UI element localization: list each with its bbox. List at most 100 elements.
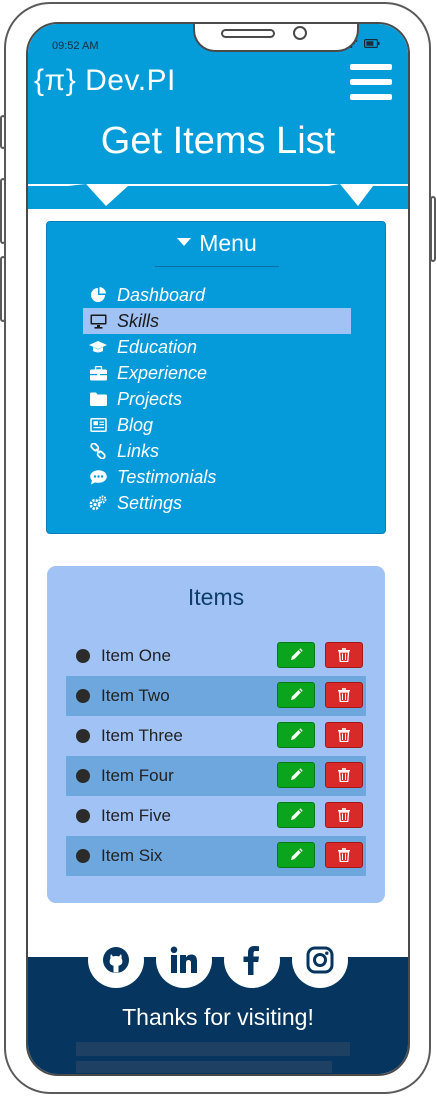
header-wave-edge xyxy=(28,184,408,206)
bullet-icon xyxy=(76,729,90,743)
menu-item-settings[interactable]: Settings xyxy=(83,490,351,516)
delete-button[interactable] xyxy=(325,642,363,668)
menu-item-label: Settings xyxy=(117,492,183,513)
volume-up-button xyxy=(0,178,6,244)
link-icon xyxy=(89,442,107,460)
menu-heading: Menu xyxy=(199,230,257,256)
instagram-icon xyxy=(306,946,334,974)
edit-button[interactable] xyxy=(277,842,315,868)
edit-button[interactable] xyxy=(277,722,315,748)
side-menu: Menu Dashboard Skills Education Experien… xyxy=(46,221,386,534)
delete-button[interactable] xyxy=(325,802,363,828)
facebook-link[interactable] xyxy=(224,932,280,988)
comment-dots-icon xyxy=(89,468,107,486)
silent-switch xyxy=(0,115,6,149)
power-button xyxy=(430,196,436,262)
app-screen: 09:52 AM {π} Dev.PI Get Items List Menu … xyxy=(26,22,410,1076)
facebook-icon xyxy=(243,946,259,975)
newspaper-icon xyxy=(89,416,107,434)
item-label: Item Three xyxy=(101,726,183,745)
menu-divider xyxy=(155,266,279,267)
trash-icon xyxy=(338,848,350,862)
list-item: Item Five xyxy=(66,796,366,836)
menu-item-label: Experience xyxy=(117,362,208,383)
social-links xyxy=(88,932,348,988)
pencil-icon xyxy=(291,648,303,660)
items-title: Items xyxy=(187,584,245,610)
items-list: Item One Item Two Item Three Item Four I… xyxy=(66,636,366,876)
delete-button[interactable] xyxy=(325,722,363,748)
volume-down-button xyxy=(0,256,6,322)
menu-item-dashboard[interactable]: Dashboard xyxy=(83,282,351,308)
github-link[interactable] xyxy=(88,932,144,988)
instagram-link[interactable] xyxy=(292,932,348,988)
menu-item-projects[interactable]: Projects xyxy=(83,386,351,412)
menu-item-label: Skills xyxy=(117,310,160,331)
menu-item-experience[interactable]: Experience xyxy=(83,360,351,386)
items-panel: Items Item One Item Two Item Three Item … xyxy=(47,566,385,903)
menu-toggle[interactable]: Menu xyxy=(47,230,387,257)
edit-button[interactable] xyxy=(277,642,315,668)
hamburger-menu-icon[interactable] xyxy=(350,64,392,100)
menu-item-label: Dashboard xyxy=(117,284,206,305)
footer-placeholder-bar xyxy=(76,1061,332,1073)
bullet-icon xyxy=(76,689,90,703)
menu-item-skills[interactable]: Skills xyxy=(83,308,351,334)
bullet-icon xyxy=(76,649,90,663)
menu-item-label: Projects xyxy=(117,388,183,409)
github-icon xyxy=(103,947,129,973)
menu-item-education[interactable]: Education xyxy=(83,334,351,360)
caret-down-icon xyxy=(177,237,192,246)
list-item: Item Four xyxy=(66,756,366,796)
pencil-icon xyxy=(291,808,303,820)
briefcase-icon xyxy=(89,364,107,382)
graduation-cap-icon xyxy=(89,338,107,356)
cogs-icon xyxy=(89,494,107,512)
delete-button[interactable] xyxy=(325,842,363,868)
edit-button[interactable] xyxy=(277,682,315,708)
item-label: Item Two xyxy=(101,686,170,705)
trash-icon xyxy=(338,808,350,822)
pencil-icon xyxy=(291,848,303,860)
linkedin-icon xyxy=(170,946,197,973)
pencil-icon xyxy=(291,688,303,700)
item-label: Item Six xyxy=(101,846,163,865)
notch xyxy=(193,24,359,52)
menu-item-label: Blog xyxy=(117,414,154,435)
speaker xyxy=(221,29,275,38)
trash-icon xyxy=(338,688,350,702)
menu-item-label: Testimonials xyxy=(117,466,217,487)
menu-item-blog[interactable]: Blog xyxy=(83,412,351,438)
folder-icon xyxy=(89,390,107,408)
trash-icon xyxy=(338,768,350,782)
linkedin-link[interactable] xyxy=(156,932,212,988)
list-item: Item Two xyxy=(66,676,366,716)
edit-button[interactable] xyxy=(277,762,315,788)
list-item: Item Six xyxy=(66,836,366,876)
trash-icon xyxy=(338,728,350,742)
page-title: Get Items List xyxy=(100,120,336,162)
menu-item-label: Links xyxy=(117,440,160,461)
item-label: Item One xyxy=(101,646,171,665)
item-label: Item Four xyxy=(101,766,174,785)
bullet-icon xyxy=(76,849,90,863)
pencil-icon xyxy=(291,768,303,780)
front-camera xyxy=(293,26,307,40)
menu-item-testimonials[interactable]: Testimonials xyxy=(83,464,351,490)
brand-logo[interactable]: {π} Dev.PI xyxy=(34,64,176,98)
pencil-icon xyxy=(291,728,303,740)
battery-icon xyxy=(364,38,380,48)
footer-thanks: Thanks for visiting! xyxy=(122,1004,314,1030)
chart-pie-icon xyxy=(89,286,107,304)
footer-placeholder-bar xyxy=(76,1042,350,1056)
item-label: Item Five xyxy=(101,806,171,825)
status-time: 09:52 AM xyxy=(52,40,99,52)
list-item: Item One xyxy=(66,636,366,676)
menu-item-links[interactable]: Links xyxy=(83,438,351,464)
edit-button[interactable] xyxy=(277,802,315,828)
trash-icon xyxy=(338,648,350,662)
delete-button[interactable] xyxy=(325,682,363,708)
menu-list: Dashboard Skills Education Experience Pr… xyxy=(83,282,351,516)
menu-item-label: Education xyxy=(117,336,198,357)
delete-button[interactable] xyxy=(325,762,363,788)
